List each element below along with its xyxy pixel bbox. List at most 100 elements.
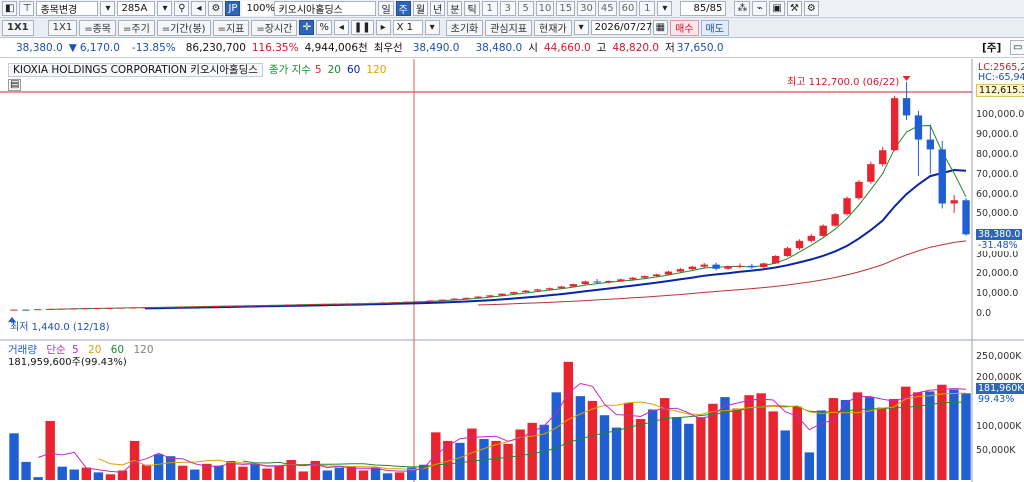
- interval-5[interactable]: 5: [517, 1, 534, 16]
- open-label: 시: [528, 42, 538, 54]
- interval-dropdown-icon[interactable]: ▾: [657, 1, 673, 16]
- items-button[interactable]: =종목: [79, 19, 116, 36]
- stock-change-field[interactable]: 종목변경: [36, 1, 99, 16]
- candle-body: [176, 306, 185, 308]
- panel-tab[interactable]: [주]: [982, 40, 1001, 55]
- interval-3[interactable]: 3: [499, 1, 516, 16]
- candle-body: [581, 281, 589, 285]
- graph-icon[interactable]: ⌁: [752, 1, 768, 16]
- candle-body: [879, 150, 887, 165]
- volume-bar: [672, 417, 682, 480]
- y-tick-50000: 50,000.0: [976, 208, 1019, 219]
- ma-60-label: 60: [346, 63, 361, 76]
- period-minute[interactable]: 분: [447, 1, 463, 16]
- prev-icon[interactable]: ◂: [333, 20, 349, 35]
- layout-button-1[interactable]: 1X1: [2, 19, 34, 36]
- company-name-en: KIOXIA HOLDINGS CORPORATION: [13, 63, 187, 76]
- candle-body: [569, 284, 577, 287]
- candle-body: [902, 98, 911, 116]
- volume-bar: [660, 398, 670, 480]
- last-percent-tag: -31.48%: [976, 240, 1020, 251]
- candle-body: [855, 181, 863, 199]
- price-mode-dropdown-icon[interactable]: ▾: [573, 20, 589, 35]
- dropdown-icon[interactable]: ▾: [100, 1, 116, 16]
- stock-name-field[interactable]: 키오시아홀딩스: [274, 1, 377, 16]
- volume-bar: [527, 422, 537, 480]
- reference-line-value: 112,615.3: [976, 84, 1024, 97]
- volume-bar: [455, 442, 465, 480]
- buy-button[interactable]: 매수: [670, 19, 699, 36]
- candle-body: [272, 305, 280, 307]
- sell-button[interactable]: 매도: [700, 19, 729, 36]
- candle-body: [629, 277, 637, 280]
- interval-custom[interactable]: 1: [639, 1, 656, 16]
- next-icon[interactable]: ▸: [375, 20, 391, 35]
- ma-label: 종가 지수: [268, 64, 311, 76]
- volume-bar: [190, 469, 200, 480]
- period-day[interactable]: 일: [378, 1, 394, 16]
- volume-bar: [81, 467, 92, 480]
- period-week[interactable]: 주: [395, 1, 411, 16]
- interest-indicator-button[interactable]: 관심지표: [485, 19, 533, 36]
- volume-chart[interactable]: [0, 341, 1024, 482]
- save-icon[interactable]: ▣: [769, 1, 785, 16]
- candle-body: [783, 248, 792, 257]
- code-dropdown-icon[interactable]: ▾: [157, 1, 173, 16]
- volume-bar: [105, 474, 116, 480]
- reset-button[interactable]: 초기화: [445, 19, 484, 36]
- tool-icon[interactable]: ⚒: [786, 1, 802, 16]
- calendar-icon[interactable]: ▦: [652, 20, 669, 35]
- interval-60[interactable]: 60: [618, 1, 638, 16]
- candle-body: [926, 139, 935, 150]
- layout-button-2[interactable]: 1X1: [47, 19, 78, 36]
- stock-code-input[interactable]: 285A: [117, 1, 156, 16]
- multiplier-select[interactable]: X 1: [392, 20, 423, 35]
- volume-bar: [780, 430, 790, 480]
- y-tick-60000: 60,000.0: [976, 189, 1019, 200]
- volume-bar: [732, 408, 742, 480]
- crosshair-icon[interactable]: ✛: [299, 20, 315, 35]
- signal-icon[interactable]: ⁂: [734, 1, 751, 16]
- candle-body: [200, 306, 209, 308]
- panel-expand-icon[interactable]: ▭: [1010, 40, 1024, 55]
- interval-10[interactable]: 10: [535, 1, 555, 16]
- volume-bar: [238, 466, 248, 480]
- interval-45[interactable]: 45: [597, 1, 617, 16]
- multiplier-dropdown-icon[interactable]: ▾: [424, 20, 440, 35]
- search-icon[interactable]: ⚲: [174, 1, 190, 16]
- period-tick[interactable]: 틱: [464, 1, 480, 16]
- indicator-button[interactable]: =지표: [212, 19, 250, 36]
- volume-bar: [21, 461, 31, 480]
- audio-icon[interactable]: ◂: [191, 1, 207, 16]
- candle-body: [712, 264, 720, 269]
- interval-1[interactable]: 1: [481, 1, 498, 16]
- grid-toggle-icon[interactable]: ▤: [8, 79, 22, 91]
- candle-body: [593, 281, 601, 283]
- candle-body: [867, 164, 875, 182]
- settings-small-icon[interactable]: ⚙: [208, 1, 224, 16]
- best-bid-label: 최우선: [373, 42, 403, 54]
- price-chart[interactable]: [0, 59, 1024, 341]
- period-button[interactable]: =주기: [118, 19, 155, 36]
- date-input[interactable]: 2026/07/27: [590, 20, 652, 35]
- volume-bar: [876, 407, 887, 480]
- volume-bar: [635, 419, 646, 480]
- gear-icon[interactable]: ⚙: [803, 1, 819, 16]
- percent-button[interactable]: %: [316, 20, 332, 35]
- candle-body: [545, 288, 554, 290]
- volume-bar: [431, 432, 441, 480]
- interval-15[interactable]: 15: [556, 1, 576, 16]
- period-year[interactable]: 년: [430, 1, 446, 16]
- company-name: KIOXIA HOLDINGS CORPORATION 키오시아홀딩스: [8, 62, 263, 77]
- range-button[interactable]: =기간(봉): [156, 19, 211, 36]
- candle-body: [795, 240, 804, 249]
- pin-icon[interactable]: ⊤: [19, 1, 35, 16]
- pause-icon[interactable]: ❚❚: [350, 20, 374, 35]
- window-icon[interactable]: ◧: [2, 1, 18, 16]
- candle-body: [450, 298, 458, 300]
- interval-30[interactable]: 30: [577, 1, 596, 16]
- price-mode-select[interactable]: 현재가: [534, 19, 572, 36]
- period-month[interactable]: 월: [412, 1, 429, 16]
- extended-hours-button[interactable]: =장시간: [251, 19, 298, 36]
- volume-bar: [804, 452, 815, 480]
